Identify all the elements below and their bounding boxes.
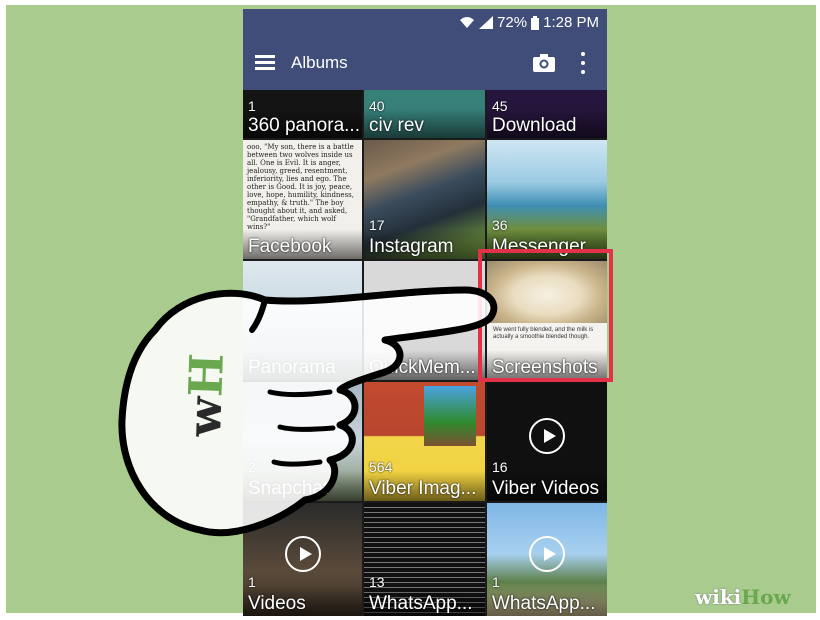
album-messenger[interactable]: 36 Messenger bbox=[487, 140, 607, 259]
album-quickmemo[interactable]: QuickMem... bbox=[364, 261, 485, 380]
app-bar: Albums bbox=[243, 38, 607, 90]
album-count: 13 bbox=[369, 574, 385, 590]
album-count: 16 bbox=[492, 459, 508, 475]
album-viber-images[interactable]: 564 Viber Imag... bbox=[364, 382, 485, 501]
play-icon bbox=[529, 417, 565, 454]
album-snapchat[interactable]: 2 Snapchat bbox=[243, 382, 362, 501]
album-count: 1 bbox=[248, 574, 256, 590]
album-count: 17 bbox=[369, 217, 385, 233]
battery-icon bbox=[531, 15, 540, 30]
album-name: Download bbox=[492, 115, 577, 136]
album-count: 1 bbox=[492, 574, 500, 590]
clock: 1:28 PM bbox=[543, 14, 599, 31]
album-name: Instagram bbox=[369, 236, 454, 257]
album-count: 564 bbox=[369, 459, 393, 475]
signal-icon bbox=[479, 16, 494, 29]
album-whatsapp-1[interactable]: 13 WhatsApp... bbox=[364, 503, 485, 616]
image-frame: 72% 1:28 PM Albums 1 360 panora... 40 ci… bbox=[0, 0, 820, 620]
hamburger-menu-icon[interactable] bbox=[255, 55, 275, 71]
wifi-icon bbox=[460, 17, 475, 28]
album-name: Videos bbox=[248, 593, 306, 614]
wikihow-watermark: wikiHow bbox=[695, 585, 791, 609]
album-count: 45 bbox=[492, 98, 508, 114]
play-icon bbox=[284, 535, 321, 572]
status-bar: 72% 1:28 PM bbox=[243, 9, 607, 38]
album-viber-videos[interactable]: 16 Viber Videos bbox=[487, 382, 607, 501]
screenshots-highlight-box bbox=[478, 249, 613, 382]
album-name: Facebook bbox=[248, 236, 332, 257]
watermark-how: How bbox=[741, 585, 791, 609]
play-icon bbox=[529, 535, 565, 572]
album-name: civ rev bbox=[369, 115, 424, 136]
album-360-panorama[interactable]: 1 360 panora... bbox=[243, 90, 362, 138]
page-title: Albums bbox=[291, 53, 348, 72]
camera-icon[interactable] bbox=[533, 54, 555, 72]
album-name: Panorama bbox=[248, 357, 336, 378]
album-videos[interactable]: 1 Videos bbox=[243, 503, 362, 616]
album-count: 1 bbox=[248, 98, 256, 114]
more-options-icon[interactable] bbox=[580, 52, 586, 74]
album-whatsapp-2[interactable]: 1 WhatsApp... bbox=[487, 503, 607, 616]
album-name: Snapchat bbox=[248, 478, 329, 499]
watermark-wiki: wiki bbox=[695, 585, 742, 609]
facebook-thumbnail-text: ooo, "My son, there is a battle between … bbox=[247, 143, 354, 231]
album-count: 40 bbox=[369, 98, 385, 114]
album-instagram[interactable]: 17 Instagram bbox=[364, 140, 485, 259]
battery-percent: 72% bbox=[497, 14, 528, 31]
album-name: Viber Videos bbox=[492, 478, 600, 499]
album-panorama[interactable]: Panorama bbox=[243, 261, 362, 380]
album-name: Viber Imag... bbox=[369, 478, 477, 499]
album-facebook[interactable]: ooo, "My son, there is a battle between … bbox=[243, 140, 362, 259]
album-count: 2 bbox=[248, 459, 256, 475]
album-download[interactable]: 45 Download bbox=[487, 90, 607, 138]
album-name: 360 panora... bbox=[248, 115, 360, 136]
album-civ-rev[interactable]: 40 civ rev bbox=[364, 90, 485, 138]
album-name: WhatsApp... bbox=[492, 593, 596, 614]
album-count: 36 bbox=[492, 217, 508, 233]
album-name: WhatsApp... bbox=[369, 593, 473, 614]
album-name: QuickMem... bbox=[369, 357, 476, 378]
